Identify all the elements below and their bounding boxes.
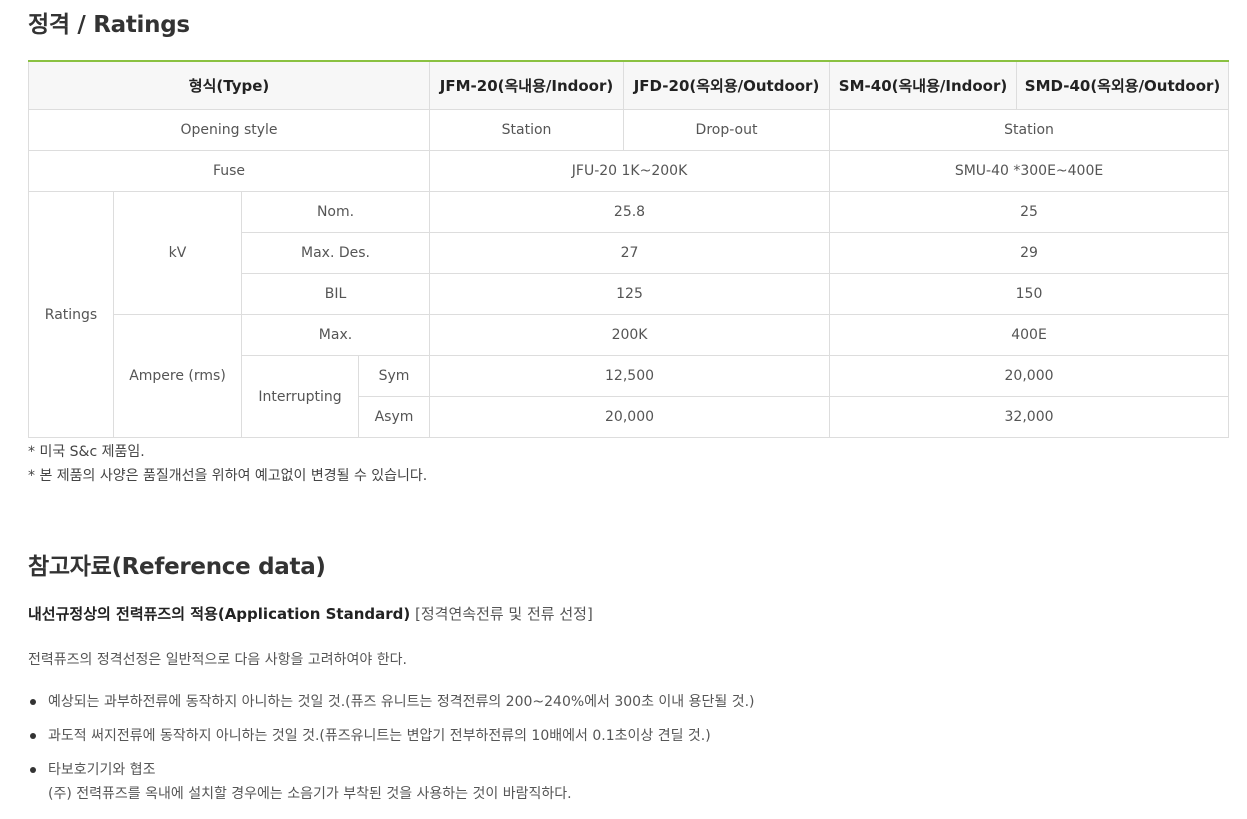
reference-title: 참고자료(Reference data) [28,554,326,580]
sym-jf: 12,500 [429,355,831,397]
nom-jf: 25.8 [429,191,831,233]
header-jfm20: JFM-20(옥내용/Indoor) [429,60,625,110]
max-sm: 400E [829,314,1230,356]
page: 정격 / Ratings 형식(Type) JFM-20(옥내용/Indoor)… [0,0,1247,819]
max-label: Max. [240,314,431,356]
asym-label: Asym [357,396,431,438]
bullet-dot-icon [30,733,36,739]
reference-intro: 전력퓨즈의 정격선정은 일반적으로 다음 사항을 고려하여야 한다. [28,652,407,668]
maxdes-jf: 27 [429,232,831,274]
asym-sm: 32,000 [829,396,1230,438]
list-item-note: (주) 전력퓨즈를 옥내에 설치할 경우에는 소음기가 부착된 것을 사용하는 … [48,786,572,802]
subtitle-bracket: [정격연속전류 및 전류 선정] [415,605,593,623]
interrupting-label: Interrupting [241,355,359,438]
header-smd40: SMD-40(옥외용/Outdoor) [1016,60,1230,110]
table-row: Ratings kV Nom. 25.8 25 [28,191,1230,438]
asym-jf: 20,000 [429,396,831,438]
list-item: 예상되는 과부하전류에 동작하지 아니하는 것일 것.(퓨즈 유니트는 정격전류… [28,690,755,714]
opening-jfd: Drop-out [623,109,831,151]
nom-sm: 25 [829,191,1230,233]
bil-label: BIL [240,273,431,315]
opening-style-label: Opening style [27,109,431,151]
max-jf: 200K [429,314,831,356]
note-item: * 미국 S&c 제품임. [28,444,145,460]
ratings-label: Ratings [28,191,114,438]
fuse-jf: JFU-20 1K~200K [429,150,831,192]
bil-jf: 125 [429,273,831,315]
sym-label: Sym [357,355,431,397]
bullet-dot-icon [30,767,36,773]
table-row: Fuse JFU-20 1K~200K SMU-40 *300E~400E [27,150,1230,192]
reference-bullet-list: 예상되는 과부하전류에 동작하지 아니하는 것일 것.(퓨즈 유니트는 정격전류… [28,690,755,816]
list-item: 과도적 써지전류에 동작하지 아니하는 것일 것.(퓨즈유니트는 변압기 전부하… [28,724,755,748]
table-header-row: 형식(Type) JFM-20(옥내용/Indoor) JFD-20(옥외용/O… [27,60,1230,110]
table-row: Ampere (rms) Max. 200K 400E [29,314,1230,438]
fuse-label: Fuse [27,150,431,192]
list-item-text: 과도적 써지전류에 동작하지 아니하는 것일 것.(퓨즈유니트는 변압기 전부하… [48,728,711,744]
maxdes-label: Max. Des. [240,232,431,274]
ampere-label: Ampere (rms) [113,314,242,438]
list-item: 타보호기기와 협조 (주) 전력퓨즈를 옥내에 설치할 경우에는 소음기가 부착… [28,758,755,806]
header-jfd20: JFD-20(옥외용/Outdoor) [623,60,831,110]
bullet-dot-icon [30,699,36,705]
ratings-table: 형식(Type) JFM-20(옥내용/Indoor) JFD-20(옥외용/O… [27,60,1230,438]
notes: * 미국 S&c 제품임. * 본 제품의 사양은 품질개선을 위하여 예고없이… [28,440,427,488]
maxdes-sm: 29 [829,232,1230,274]
opening-jfm: Station [429,109,625,151]
kv-label: kV [113,191,242,315]
reference-subtitle: 내선규정상의 전력퓨즈의 적용(Application Standard) [정… [28,603,593,624]
opening-sm: Station [829,109,1230,151]
table-row: Opening style Station Drop-out Station [27,109,1230,151]
nom-label: Nom. [240,191,431,233]
fuse-sm: SMU-40 *300E~400E [829,150,1230,192]
list-item-text: 예상되는 과부하전류에 동작하지 아니하는 것일 것.(퓨즈 유니트는 정격전류… [48,694,755,710]
subtitle-bold: 내선규정상의 전력퓨즈의 적용(Application Standard) [28,605,411,623]
list-item-text: 타보호기기와 협조 [48,762,156,778]
bil-sm: 150 [829,273,1230,315]
note-item: * 본 제품의 사양은 품질개선을 위하여 예고없이 변경될 수 있습니다. [28,468,428,484]
ratings-title: 정격 / Ratings [28,12,190,38]
header-sm40: SM-40(옥내용/Indoor) [829,60,1018,110]
header-type: 형식(Type) [27,60,431,110]
sym-sm: 20,000 [829,355,1230,397]
